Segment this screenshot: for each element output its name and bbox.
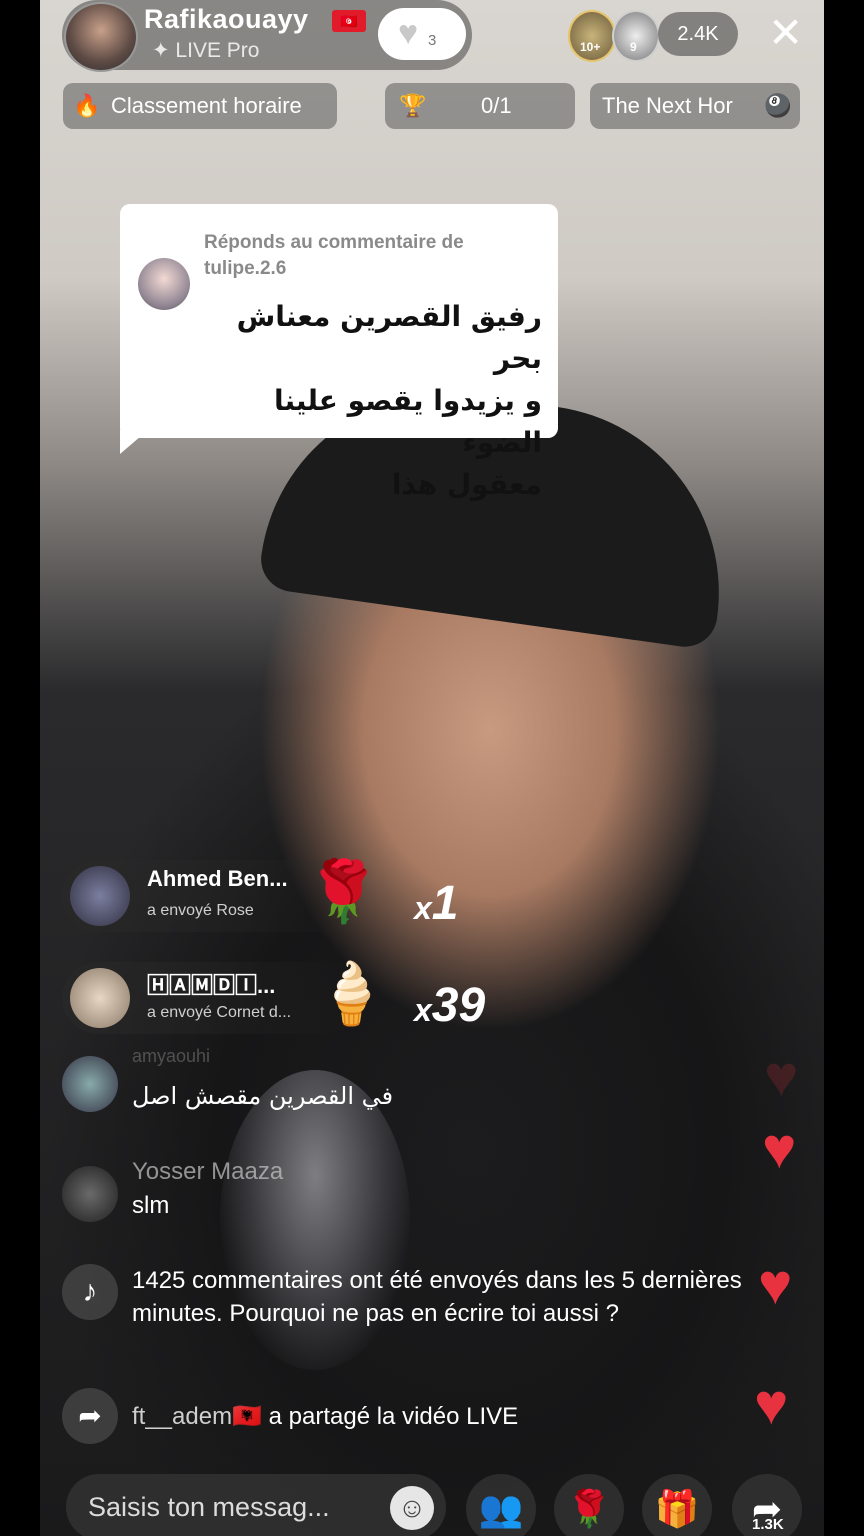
rose-icon: 🌹: [566, 1488, 612, 1529]
hourly-ranking-label: Classement horaire: [111, 93, 302, 118]
system-message-text: 1425 commentaires ont été envoyés dans l…: [132, 1267, 742, 1327]
goal-progress-chip[interactable]: 🏆 0/1: [385, 83, 575, 129]
pinned-comment-tail: [120, 430, 148, 454]
share-count: 1.3K: [752, 1516, 784, 1533]
goal-icon: 🏆: [399, 93, 427, 118]
floating-heart-icon: ♥: [762, 1116, 797, 1181]
gift-sender-name: 🄷🄰🄼🄳🄸...: [147, 973, 276, 998]
chat-username[interactable]: Yosser Maaza: [132, 1158, 283, 1186]
top-viewer-level-2: 9: [630, 40, 637, 54]
top-viewer-avatar-2[interactable]: [612, 10, 660, 62]
like-button[interactable]: [378, 8, 466, 60]
host-name[interactable]: Rafikaouayy: [144, 4, 309, 35]
bottom-bar: ☺ 👥 🌹 🎁 ➦ 1.3K: [0, 1470, 864, 1536]
tunisia-flag-icon: 🇹🇳: [332, 10, 366, 32]
gift-box-icon: 🎁: [654, 1488, 700, 1529]
goal-progress-label: 0/1: [481, 93, 512, 118]
users-icon: 👥: [478, 1488, 524, 1529]
like-count: 3: [428, 32, 437, 49]
pinned-comment-line-1: رفيق القصرين معناش بحر: [236, 300, 542, 375]
share-message-text: ft__adem🇦🇱 a partagé la vidéo LIVE: [132, 1402, 518, 1431]
top-viewer-level-1: 10+: [580, 40, 601, 54]
tiktok-icon: ♪: [62, 1264, 118, 1320]
share-username[interactable]: ft__adem: [132, 1403, 232, 1430]
albania-flag-icon: 🇦🇱: [232, 1403, 262, 1430]
share-action-text: a partagé la vidéo LIVE: [261, 1403, 519, 1430]
top-viewer-avatar-1[interactable]: [568, 10, 616, 62]
gift-multiplier: x39: [414, 982, 485, 1034]
host-avatar[interactable]: [64, 2, 138, 72]
floating-heart-icon: ♥: [758, 1252, 793, 1317]
emoji-icon[interactable]: ☺: [390, 1486, 434, 1530]
floating-heart-icon: ♥: [754, 1372, 789, 1437]
gift-sender-name: Ahmed Ben...: [147, 866, 288, 891]
gift-sent-text: a envoyé Cornet d...: [147, 1004, 292, 1021]
next-hour-chip[interactable]: The Next Hor 🎱: [590, 83, 800, 129]
heart-icon: ♥: [398, 14, 419, 52]
next-hour-label: The Next Hor: [602, 93, 733, 118]
gift-multiplier-x: x: [414, 890, 432, 926]
chat-username[interactable]: amyaouhi: [132, 1046, 210, 1067]
letterbox-left: [0, 0, 40, 1536]
gift-sender-avatar[interactable]: [70, 968, 130, 1028]
chat-avatar[interactable]: [62, 1056, 118, 1112]
gift-count: 39: [431, 979, 486, 1032]
multi-guest-button[interactable]: 👥: [466, 1474, 536, 1536]
letterbox-right: [824, 0, 864, 1536]
rose-gift-button[interactable]: 🌹: [554, 1474, 624, 1536]
viewer-count[interactable]: 2.4K: [658, 12, 738, 56]
message-input[interactable]: [66, 1474, 446, 1536]
chat-avatar[interactable]: [62, 1166, 118, 1222]
fire-icon: 🔥: [73, 93, 101, 118]
gift-sent-text: a envoyé Rose: [147, 902, 254, 919]
gift-count: 1: [431, 877, 459, 930]
pinned-comment-text: رفيق القصرين معناش بحر و يزيدوا يقصو علي…: [200, 296, 542, 506]
share-arrow-icon: ➦: [62, 1388, 118, 1444]
reply-label: Réponds au commentaire de tulipe.2.6: [204, 232, 464, 279]
live-stream-screen: Rafikaouayy 🇹🇳 ✦ LIVE Pro ♥ 3 10+ 9 2.4K…: [0, 0, 864, 1536]
chat-text: في القصرين مقصش اصل: [132, 1082, 394, 1110]
gift-multiplier: x1: [414, 880, 459, 932]
pinned-comment-line-3: معقول هذا: [391, 468, 542, 501]
rose-gift-icon: 🌹: [306, 858, 381, 925]
gift-sender-avatar[interactable]: [70, 866, 130, 926]
ice-cream-gift-icon: 🍦: [314, 960, 389, 1027]
close-icon[interactable]: ✕: [768, 12, 803, 54]
pinned-comment-line-2: و يزيدوا يقصو علينا الضوء: [273, 384, 542, 459]
live-pro-badge: ✦ LIVE Pro: [152, 39, 260, 62]
gift-button[interactable]: 🎁: [642, 1474, 712, 1536]
commenter-avatar: [138, 258, 190, 310]
ball-icon: 🎱: [764, 93, 792, 118]
floating-heart-icon: ♥: [764, 1044, 799, 1109]
chat-text: slm: [132, 1192, 170, 1219]
hourly-ranking-chip[interactable]: 🔥 Classement horaire: [63, 83, 337, 129]
gift-multiplier-x: x: [414, 992, 432, 1028]
